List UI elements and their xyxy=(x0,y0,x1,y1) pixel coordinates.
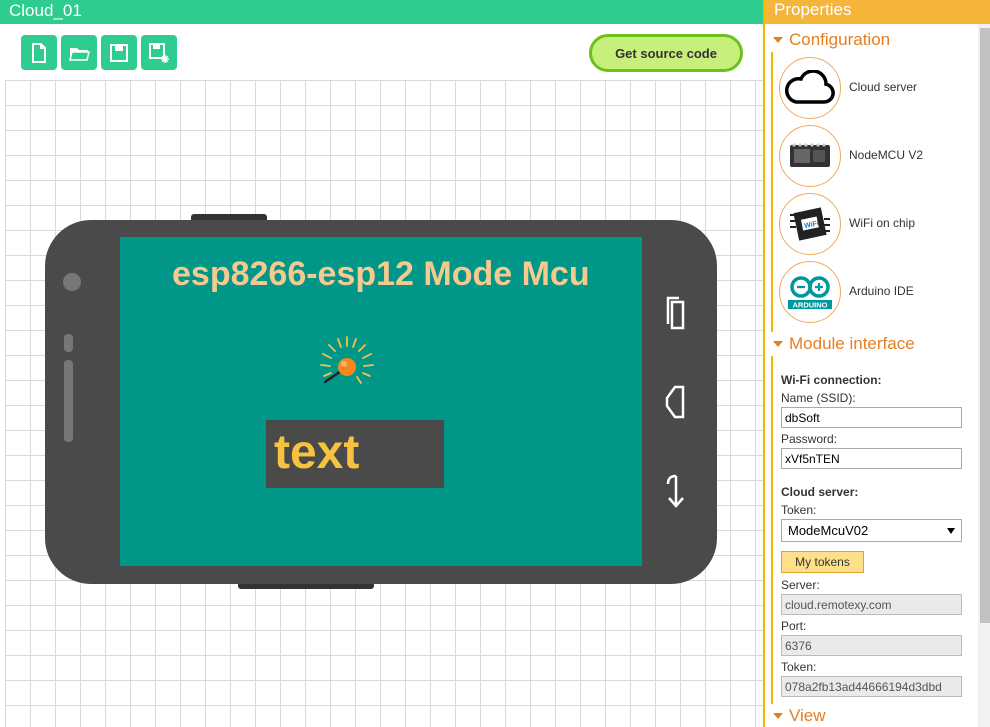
section-rule xyxy=(771,52,773,332)
password-label: Password: xyxy=(781,432,838,446)
led-widget[interactable] xyxy=(310,333,382,393)
recent-apps-icon xyxy=(666,296,686,330)
properties-panel: Properties Configuration Cloud server No… xyxy=(763,0,990,727)
config-item-wifi-chip[interactable]: WiFi WiFi on chip xyxy=(779,193,969,255)
ssid-input[interactable] xyxy=(781,407,962,428)
cloud-server-heading: Cloud server: xyxy=(781,485,859,499)
project-title: Cloud_01 xyxy=(0,0,763,24)
nodemcu-board-icon xyxy=(779,125,841,187)
port-field[interactable] xyxy=(781,635,962,656)
phone-speaker xyxy=(64,360,73,442)
port-label: Port: xyxy=(781,619,807,633)
config-item-label: NodeMCU V2 xyxy=(849,148,924,162)
arduino-logo-icon: ARDUINO xyxy=(779,261,841,323)
properties-title: Properties xyxy=(765,0,990,24)
save-as-button[interactable] xyxy=(141,35,177,70)
config-item-nodemcu[interactable]: NodeMCU V2 xyxy=(779,125,969,187)
text-widget-value: text xyxy=(274,426,360,479)
token-field[interactable] xyxy=(781,676,962,697)
panel-scrollbar[interactable] xyxy=(978,24,990,727)
led-icon xyxy=(320,336,374,384)
view-heading: View xyxy=(789,706,826,725)
wifi-chip-icon: WiFi xyxy=(779,193,841,255)
svg-text:ARDUINO: ARDUINO xyxy=(793,301,828,310)
configuration-section-header[interactable]: Configuration xyxy=(773,30,890,50)
expand-triangle-icon xyxy=(773,713,783,719)
config-item-cloud-server[interactable]: Cloud server xyxy=(779,57,969,119)
expand-triangle-icon xyxy=(773,341,783,347)
back-icon xyxy=(664,472,686,508)
dropdown-arrow-icon xyxy=(947,528,955,534)
config-item-label: Cloud server xyxy=(849,80,918,94)
ssid-label: Name (SSID): xyxy=(781,391,856,405)
phone-screen[interactable]: esp8266-esp12 Mode Mcu text xyxy=(120,237,642,566)
save-icon xyxy=(110,43,128,62)
view-section-header[interactable]: View xyxy=(773,706,826,726)
editor-area: Cloud_01 Get source code esp8266-esp12 M… xyxy=(0,0,763,727)
config-item-arduino-ide[interactable]: ARDUINO Arduino IDE xyxy=(779,261,969,323)
text-widget[interactable]: text xyxy=(266,420,444,488)
home-icon xyxy=(664,384,686,420)
configuration-heading: Configuration xyxy=(789,30,891,49)
my-tokens-button[interactable]: My tokens xyxy=(781,551,864,573)
open-folder-icon xyxy=(69,47,90,61)
phone-sensor xyxy=(64,334,73,352)
token-select-value: ModeMcuV02 xyxy=(788,523,869,538)
wifi-connection-heading: Wi-Fi connection: xyxy=(781,373,882,387)
config-item-label: Arduino IDE xyxy=(849,284,914,298)
screen-title-label[interactable]: esp8266-esp12 Mode Mcu xyxy=(172,255,590,294)
get-source-code-button[interactable]: Get source code xyxy=(589,34,743,72)
new-file-button[interactable] xyxy=(21,35,57,70)
config-item-label: WiFi on chip xyxy=(849,216,916,230)
server-label: Server: xyxy=(781,578,820,592)
save-as-icon xyxy=(149,42,169,63)
panel-scroll-thumb[interactable] xyxy=(980,28,990,623)
expand-triangle-icon xyxy=(773,37,783,43)
password-input[interactable] xyxy=(781,448,962,469)
token-select-label: Token: xyxy=(781,503,817,517)
new-file-icon xyxy=(32,42,46,63)
section-rule xyxy=(771,356,773,704)
save-button[interactable] xyxy=(101,35,137,70)
module-interface-section-header[interactable]: Module interface xyxy=(773,334,915,354)
server-field[interactable] xyxy=(781,594,962,615)
open-folder-button[interactable] xyxy=(61,35,97,70)
token-select[interactable]: ModeMcuV02 xyxy=(781,519,962,542)
phone-camera xyxy=(63,273,81,291)
module-interface-heading: Module interface xyxy=(789,334,915,353)
token-label: Token: xyxy=(781,660,817,674)
cloud-icon xyxy=(779,57,841,119)
